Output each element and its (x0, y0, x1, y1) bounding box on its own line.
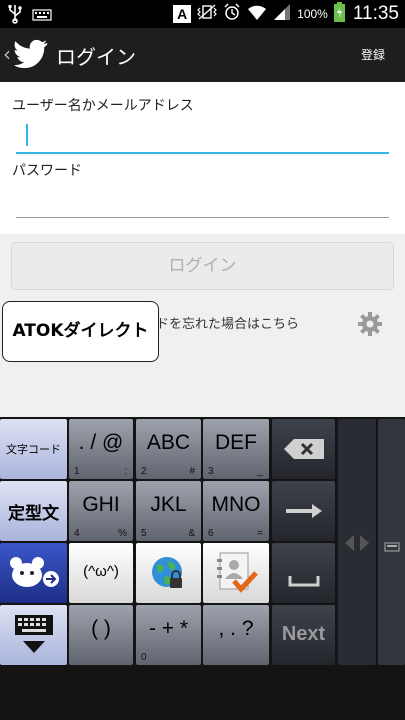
password-input[interactable] (16, 182, 389, 218)
key-sub-left: 4 (74, 528, 80, 539)
alarm-icon (223, 3, 241, 25)
contact-card-icon (216, 551, 258, 599)
key-label: - + * (148, 617, 189, 640)
username-label: ユーザー名かメールアドレス (12, 98, 194, 114)
page-title: ログイン (56, 45, 136, 69)
status-bar: A 100% 11:35 (0, 0, 405, 28)
status-right: A 100% 11:35 (173, 2, 399, 26)
text-cursor (26, 124, 28, 146)
username-input[interactable] (16, 118, 389, 154)
wifi-icon (247, 3, 267, 25)
key-jkl[interactable]: JKL 5 & (136, 481, 201, 541)
atok-direct-popup[interactable]: ATOKダイレクト (2, 301, 159, 362)
atok-keyboard: 文字コード 定型文 . / @ 1 : ABC 2 # DEF 3 _ GHI … (0, 417, 405, 720)
vibrate-mute-icon (197, 3, 218, 25)
atok-mascot-key[interactable] (0, 543, 67, 603)
key-sub-right: & (188, 528, 195, 539)
contacts-key[interactable] (203, 543, 269, 603)
password-label: パスワード (12, 163, 82, 179)
keyboard-mode-strip[interactable] (378, 419, 405, 665)
key-sub-left: 5 (141, 528, 147, 539)
login-content: ユーザー名かメールアドレス パスワード ログイン ドを忘れた場合はこちら ATO… (0, 82, 405, 417)
template-label: 定型文 (8, 504, 59, 523)
forgot-password-link[interactable]: ドを忘れた場合はこちら (156, 313, 299, 332)
left-right-arrows-icon (342, 533, 372, 557)
key-sub-right: = (257, 528, 263, 539)
char-code-label: 文字コード (6, 444, 61, 456)
key-comma[interactable]: , . ? (203, 605, 269, 665)
usb-icon (8, 4, 22, 28)
web-search-key[interactable] (136, 543, 201, 603)
back-chevron-icon[interactable]: ‹ (3, 42, 11, 66)
key-sub-left: 0 (141, 652, 147, 663)
key-sub-left: 6 (208, 528, 214, 539)
backspace-key[interactable] (272, 419, 335, 479)
key-punct[interactable]: . / @ 1 : (69, 419, 133, 479)
key-abc[interactable]: ABC 2 # (136, 419, 201, 479)
char-code-key[interactable]: 文字コード (0, 419, 67, 479)
signal-icon (273, 3, 291, 25)
key-label: GHI (82, 493, 120, 516)
key-sub-left: 1 (74, 466, 80, 477)
clock: 11:35 (352, 3, 399, 24)
key-label: ( ) (91, 617, 111, 640)
small-keyboard-icon (384, 537, 400, 556)
right-arrow-icon (284, 501, 324, 525)
key-ghi[interactable]: GHI 4 % (69, 481, 133, 541)
next-label: Next (281, 623, 326, 645)
key-sub-left: 2 (141, 466, 147, 477)
emoticon-label: (^ω^) (83, 563, 119, 580)
key-label: JKL (150, 493, 187, 516)
template-key[interactable]: 定型文 (0, 481, 67, 541)
cursor-slide-strip[interactable] (338, 419, 376, 665)
login-form: ユーザー名かメールアドレス パスワード (0, 82, 405, 234)
twitter-bird-icon[interactable] (13, 39, 48, 73)
next-key[interactable]: Next (272, 605, 335, 665)
action-bar: ‹ ログイン 登録 (0, 28, 405, 82)
space-key[interactable] (272, 543, 335, 603)
battery-percent: 100% (297, 7, 328, 21)
key-sub-right: : (124, 466, 127, 477)
key-sub-right: _ (257, 466, 263, 477)
key-label: , . ? (218, 617, 254, 640)
mascot-switch-icon (8, 555, 60, 595)
backspace-icon (282, 437, 326, 465)
key-label: DEF (215, 431, 257, 454)
space-icon (288, 573, 320, 592)
key-sub-left: 3 (208, 466, 214, 477)
emoticon-key[interactable]: (^ω^) (69, 543, 133, 603)
key-math[interactable]: - + * 0 (136, 605, 201, 665)
input-mode-indicator: A (173, 5, 192, 23)
status-left (8, 4, 52, 28)
key-def[interactable]: DEF 3 _ (203, 419, 269, 479)
key-label: MNO (211, 493, 261, 516)
key-sub-right: % (118, 528, 127, 539)
globe-lock-icon (150, 555, 186, 595)
battery-charging-icon (333, 2, 345, 26)
key-sub-right: # (189, 466, 195, 477)
keyboard-hide-icon (13, 613, 55, 659)
login-button[interactable]: ログイン (11, 242, 394, 290)
cursor-right-key[interactable] (272, 481, 335, 541)
gear-icon[interactable] (357, 311, 383, 341)
key-mno[interactable]: MNO 6 = (203, 481, 269, 541)
key-label: . / @ (78, 431, 124, 454)
key-label: ABC (146, 431, 191, 454)
key-paren[interactable]: ( ) (69, 605, 133, 665)
register-button[interactable]: 登録 (361, 46, 385, 63)
keyboard-icon (32, 7, 52, 26)
keyboard-hide-key[interactable] (0, 605, 67, 665)
